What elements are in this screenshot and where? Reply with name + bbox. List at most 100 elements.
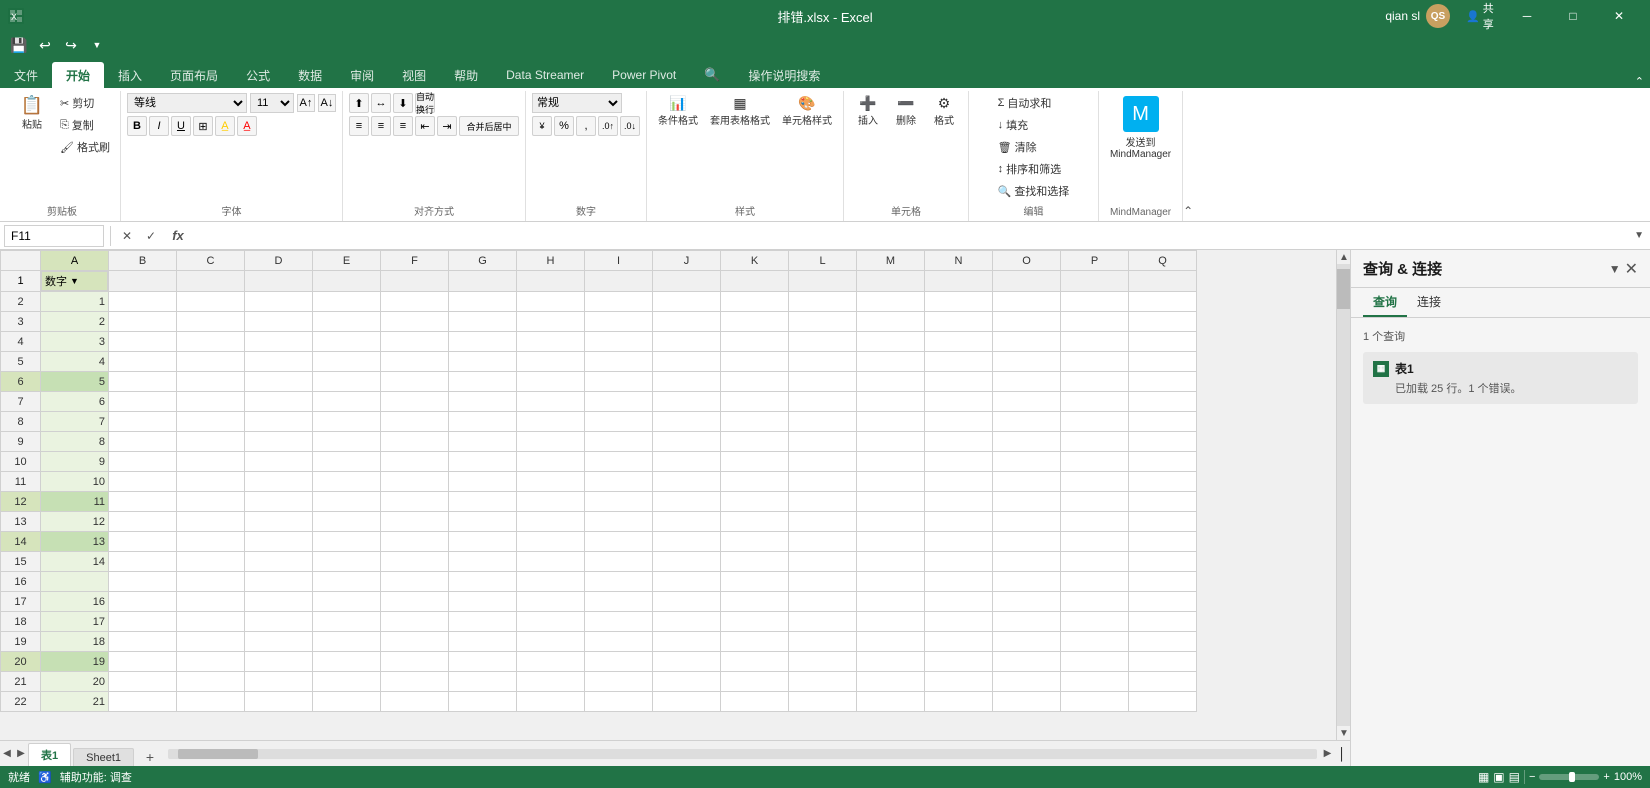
cell-M13[interactable]: [857, 512, 925, 532]
tab-home[interactable]: 开始: [52, 62, 104, 88]
decrease-font-button[interactable]: A↓: [318, 94, 336, 112]
cell-D10[interactable]: [245, 452, 313, 472]
cell-E22[interactable]: [313, 692, 381, 712]
cell-Q8[interactable]: [1129, 412, 1197, 432]
cell-B5[interactable]: [109, 352, 177, 372]
cell-D19[interactable]: [245, 632, 313, 652]
cell-C3[interactable]: [177, 312, 245, 332]
cell-B18[interactable]: [109, 612, 177, 632]
cell-C9[interactable]: [177, 432, 245, 452]
cell-P12[interactable]: [1061, 492, 1129, 512]
cell-L16[interactable]: [789, 572, 857, 592]
cell-K15[interactable]: [721, 552, 789, 572]
cell-P1[interactable]: [1061, 271, 1129, 292]
cell-F8[interactable]: [381, 412, 449, 432]
cell-A9[interactable]: 8: [41, 432, 109, 452]
cell-G12[interactable]: [449, 492, 517, 512]
cell-P17[interactable]: [1061, 592, 1129, 612]
cell-K5[interactable]: [721, 352, 789, 372]
cell-O15[interactable]: [993, 552, 1061, 572]
view-layout-button[interactable]: ▣: [1493, 770, 1504, 784]
cell-F13[interactable]: [381, 512, 449, 532]
sort-filter-button[interactable]: ↕ 排序和筛选: [994, 159, 1066, 179]
cell-Q11[interactable]: [1129, 472, 1197, 492]
cell-I16[interactable]: [585, 572, 653, 592]
tab-formulas[interactable]: 公式: [232, 62, 284, 88]
cell-I13[interactable]: [585, 512, 653, 532]
cell-K7[interactable]: [721, 392, 789, 412]
cell-L11[interactable]: [789, 472, 857, 492]
formula-expand-button[interactable]: ▼: [1632, 228, 1646, 243]
cell-I20[interactable]: [585, 652, 653, 672]
cell-H8[interactable]: [517, 412, 585, 432]
cell-I3[interactable]: [585, 312, 653, 332]
cell-K21[interactable]: [721, 672, 789, 692]
percent-button[interactable]: %: [554, 116, 574, 136]
cell-G17[interactable]: [449, 592, 517, 612]
cell-C4[interactable]: [177, 332, 245, 352]
cell-N7[interactable]: [925, 392, 993, 412]
panel-dropdown-button[interactable]: ▼: [1609, 262, 1621, 276]
cell-N9[interactable]: [925, 432, 993, 452]
col-header-C[interactable]: C: [177, 251, 245, 271]
cell-I12[interactable]: [585, 492, 653, 512]
cell-L9[interactable]: [789, 432, 857, 452]
cell-J6[interactable]: [653, 372, 721, 392]
cell-P8[interactable]: [1061, 412, 1129, 432]
cell-Q6[interactable]: [1129, 372, 1197, 392]
cell-B12[interactable]: [109, 492, 177, 512]
find-select-button[interactable]: 🔍 查找和选择: [994, 181, 1074, 201]
align-middle-button[interactable]: ↔: [371, 93, 391, 113]
merge-center-button[interactable]: 合并后居中: [459, 116, 519, 136]
cell-K2[interactable]: [721, 292, 789, 312]
cell-Q22[interactable]: [1129, 692, 1197, 712]
cell-N20[interactable]: [925, 652, 993, 672]
cell-I22[interactable]: [585, 692, 653, 712]
cell-G19[interactable]: [449, 632, 517, 652]
cell-I18[interactable]: [585, 612, 653, 632]
cell-N5[interactable]: [925, 352, 993, 372]
cell-E16[interactable]: [313, 572, 381, 592]
cell-D1[interactable]: [245, 271, 313, 292]
cell-O17[interactable]: [993, 592, 1061, 612]
cell-K19[interactable]: [721, 632, 789, 652]
cell-D5[interactable]: [245, 352, 313, 372]
cell-C14[interactable]: [177, 532, 245, 552]
col-header-B[interactable]: B: [109, 251, 177, 271]
cell-O10[interactable]: [993, 452, 1061, 472]
cell-J2[interactable]: [653, 292, 721, 312]
cell-A2[interactable]: 1: [41, 292, 109, 312]
sheet-scroll-right-button[interactable]: ▶: [14, 747, 28, 761]
cell-O6[interactable]: [993, 372, 1061, 392]
cell-G18[interactable]: [449, 612, 517, 632]
clear-button[interactable]: 🗑 清除: [994, 137, 1041, 157]
cell-O11[interactable]: [993, 472, 1061, 492]
cell-J11[interactable]: [653, 472, 721, 492]
cell-A10[interactable]: 9: [41, 452, 109, 472]
minimize-button[interactable]: ─: [1504, 0, 1550, 32]
format-painter-button[interactable]: 🖌 格式刷: [56, 137, 114, 157]
align-right-button[interactable]: ≡: [393, 116, 413, 136]
col-header-G[interactable]: G: [449, 251, 517, 271]
query-item-1[interactable]: ▦ 表1 已加载 25 行。1 个错误。: [1363, 352, 1638, 404]
cell-F10[interactable]: [381, 452, 449, 472]
cell-D15[interactable]: [245, 552, 313, 572]
cell-C19[interactable]: [177, 632, 245, 652]
tab-search-icon[interactable]: 🔍: [690, 62, 734, 88]
cell-B22[interactable]: [109, 692, 177, 712]
cell-H20[interactable]: [517, 652, 585, 672]
cell-J3[interactable]: [653, 312, 721, 332]
cell-P9[interactable]: [1061, 432, 1129, 452]
header-cell-A1[interactable]: 数字▼: [41, 271, 108, 291]
cell-I9[interactable]: [585, 432, 653, 452]
cell-N2[interactable]: [925, 292, 993, 312]
cell-P4[interactable]: [1061, 332, 1129, 352]
wrap-text-button[interactable]: 自动换行: [415, 93, 435, 113]
cell-G10[interactable]: [449, 452, 517, 472]
cell-C18[interactable]: [177, 612, 245, 632]
cell-J19[interactable]: [653, 632, 721, 652]
cell-M8[interactable]: [857, 412, 925, 432]
cell-G1[interactable]: [449, 271, 517, 292]
cell-J7[interactable]: [653, 392, 721, 412]
cell-H3[interactable]: [517, 312, 585, 332]
